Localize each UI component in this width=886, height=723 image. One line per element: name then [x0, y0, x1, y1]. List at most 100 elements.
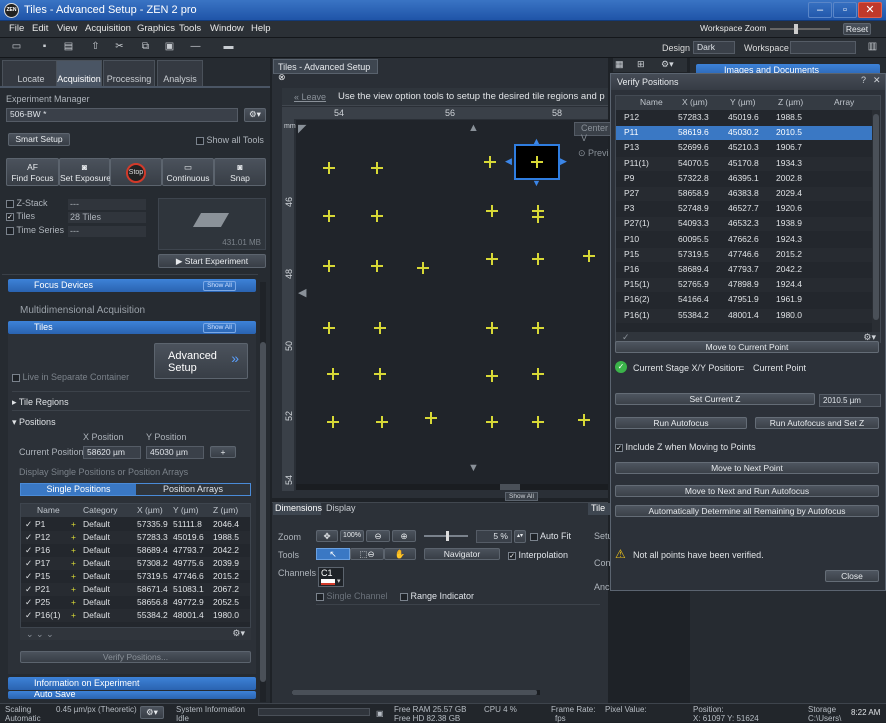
scaling-options-button[interactable]: ⚙▾	[140, 706, 164, 719]
tile-position-marker[interactable]	[374, 368, 386, 380]
tile-position-marker[interactable]	[486, 370, 498, 382]
stop-button[interactable]: Stop	[110, 158, 162, 186]
pointer-tool-button[interactable]: ↖	[316, 548, 350, 560]
minus-icon[interactable]: —	[189, 41, 202, 53]
verify-row[interactable]: P15(1) 52765.9 47898.9 1924.4	[616, 278, 872, 293]
tile-position-marker[interactable]	[486, 416, 498, 428]
tile-position-marker[interactable]	[583, 250, 595, 262]
document-tab[interactable]: Tiles - Advanced Setup ⊗	[273, 59, 378, 82]
tab-processing[interactable]: Processing	[103, 60, 155, 86]
tile-position-marker[interactable]	[532, 205, 544, 217]
smart-setup-button[interactable]: Smart Setup	[8, 133, 70, 146]
position-arrays-tab[interactable]: Position Arrays	[136, 484, 250, 495]
view-settings-icon[interactable]: ⚙▾	[661, 59, 674, 70]
move-to-next-point-button[interactable]: Move to Next Point	[615, 462, 879, 474]
channel-c1-button[interactable]: C1 ▾	[318, 567, 344, 587]
help-icon[interactable]: ?	[861, 75, 866, 85]
tile-position-marker[interactable]	[376, 416, 388, 428]
cut-icon[interactable]: ✂	[113, 41, 126, 53]
tile-position-marker[interactable]	[327, 416, 339, 428]
show-all-tiles[interactable]: Show All	[203, 323, 236, 333]
leave-link[interactable]: « Leave	[294, 92, 326, 102]
positions-toggle[interactable]: ▾ Positions	[12, 417, 56, 428]
current-y-field[interactable]: 45030 µm	[146, 446, 204, 459]
layout-icon[interactable]: ▥	[866, 41, 879, 53]
tile-position-marker[interactable]	[532, 322, 544, 334]
pan-up-icon[interactable]: ▲	[468, 122, 479, 134]
tab-acquisition[interactable]: Acquisition	[56, 60, 102, 86]
focus-devices-header[interactable]: Focus Devices Show All	[8, 279, 256, 292]
tile-position-marker[interactable]	[578, 414, 590, 426]
auto-determine-button[interactable]: Automatically Determine all Remaining by…	[615, 505, 879, 517]
table-row[interactable]: ✓ P12 + Default 57283.3 45019.6 1988.5	[21, 531, 250, 544]
show-all-center[interactable]: Show All	[505, 492, 538, 501]
set-current-z-button[interactable]: Set Current Z	[615, 393, 815, 405]
table-options-icon[interactable]: ⚙▾	[232, 628, 245, 639]
verify-positions-button[interactable]: Verify Positions...	[20, 651, 251, 663]
screen-icon[interactable]: ▬	[222, 41, 235, 53]
tile-position-marker[interactable]	[484, 156, 496, 168]
tile-position-marker[interactable]	[486, 322, 498, 334]
nudge-right-icon[interactable]: ▶	[560, 156, 567, 167]
continuous-button[interactable]: ▭ Continuous	[162, 158, 214, 186]
interpolation-toggle[interactable]: ✓ Interpolation	[508, 550, 568, 560]
reset-button[interactable]: Reset	[843, 23, 871, 35]
tile-position-marker[interactable]	[486, 205, 498, 217]
menu-graphics[interactable]: Graphics	[137, 23, 175, 34]
tile-position-marker[interactable]	[486, 253, 498, 265]
move-down-icon[interactable]: ⌄ ⌄ ⌄	[26, 629, 54, 640]
z-value-field[interactable]: 2010.5 µm	[819, 394, 881, 407]
run-autofocus-set-z-button[interactable]: Run Autofocus and Set Z	[755, 417, 879, 429]
tile-position-marker[interactable]	[371, 162, 383, 174]
experiment-options-button[interactable]: ⚙▾	[244, 108, 266, 122]
run-autofocus-button[interactable]: Run Autofocus	[615, 417, 747, 429]
move-to-current-point-button[interactable]: Move to Current Point	[615, 341, 879, 353]
tile-position-marker[interactable]	[532, 368, 544, 380]
tiles-row[interactable]: ✓ Tiles	[6, 211, 35, 221]
tile-position-marker[interactable]	[327, 368, 339, 380]
show-all-tools-toggle[interactable]: Show all Tools	[196, 135, 264, 145]
preview-toggle[interactable]: ⊙ Previ	[574, 148, 614, 162]
maximize-button[interactable]: ▫	[833, 2, 857, 18]
nudge-up-icon[interactable]: ▲	[532, 136, 541, 146]
canvas-scrollbar[interactable]	[296, 484, 608, 490]
verify-row[interactable]: P16(1) 55384.2 48001.4 1980.0	[616, 308, 872, 323]
start-experiment-button[interactable]: ▶ Start Experiment	[158, 254, 266, 268]
channel-dropdown-icon[interactable]: ▾	[337, 577, 341, 585]
find-focus-button[interactable]: AF Find Focus	[6, 158, 59, 186]
pan-down-icon[interactable]: ▼	[468, 462, 479, 474]
menu-help[interactable]: Help	[251, 23, 271, 34]
tab-tile[interactable]: Tile	[588, 503, 610, 515]
zoom-value-field[interactable]: 5 %	[476, 530, 512, 543]
verify-row[interactable]: P27 58658.9 46383.8 2029.4	[616, 187, 872, 201]
split-view-icon[interactable]: ⊞	[637, 59, 645, 70]
stage-canvas[interactable]: ▲ ▼ ◀ ▶ ▲ ▼ ◀ ◤	[296, 120, 608, 484]
selected-position-marker[interactable]	[514, 144, 560, 180]
single-channel-toggle[interactable]: Single Channel	[316, 591, 388, 601]
zoom-in-move-button[interactable]: ✥	[316, 530, 338, 542]
copy-icon[interactable]: ⧉	[139, 41, 152, 53]
table-row[interactable]: ✓ P25 + Default 58656.8 49772.9 2052.5	[21, 596, 250, 609]
information-experiment-header[interactable]: Information on Experiment	[8, 677, 256, 690]
save-icon[interactable]: ▪	[38, 41, 51, 53]
verify-row[interactable]: P16 58689.4 47793.7 2042.2	[616, 263, 872, 277]
table-row[interactable]: ✓ P16(1) + Default 55384.2 48001.4 1980.0	[21, 609, 250, 622]
add-position-button[interactable]: +	[210, 446, 236, 458]
snap-button[interactable]: ◙ Snap	[214, 158, 266, 186]
pan-left-icon[interactable]: ◀	[298, 286, 306, 299]
tile-position-marker[interactable]	[532, 416, 544, 428]
tile-position-marker[interactable]	[532, 253, 544, 265]
tab-locate[interactable]: Locate	[2, 60, 60, 86]
workspace-zoom-slider[interactable]	[770, 24, 830, 34]
zoom-slider[interactable]	[424, 531, 468, 541]
close-tab-icon[interactable]: ⊗	[278, 72, 286, 82]
grid-view-icon[interactable]: ▦	[615, 59, 624, 70]
minimize-button[interactable]: –	[808, 2, 832, 18]
paste-icon[interactable]: ▣	[163, 41, 176, 53]
export-icon[interactable]: ⇧	[89, 41, 102, 53]
tile-position-marker[interactable]	[323, 260, 335, 272]
table-row[interactable]: ✓ P15 + Default 57319.5 47746.6 2015.2	[21, 570, 250, 583]
tab-display[interactable]: Display	[324, 503, 360, 515]
open-icon[interactable]: ▭	[10, 41, 23, 53]
zoom-spinner[interactable]: ▴▾	[514, 530, 526, 543]
